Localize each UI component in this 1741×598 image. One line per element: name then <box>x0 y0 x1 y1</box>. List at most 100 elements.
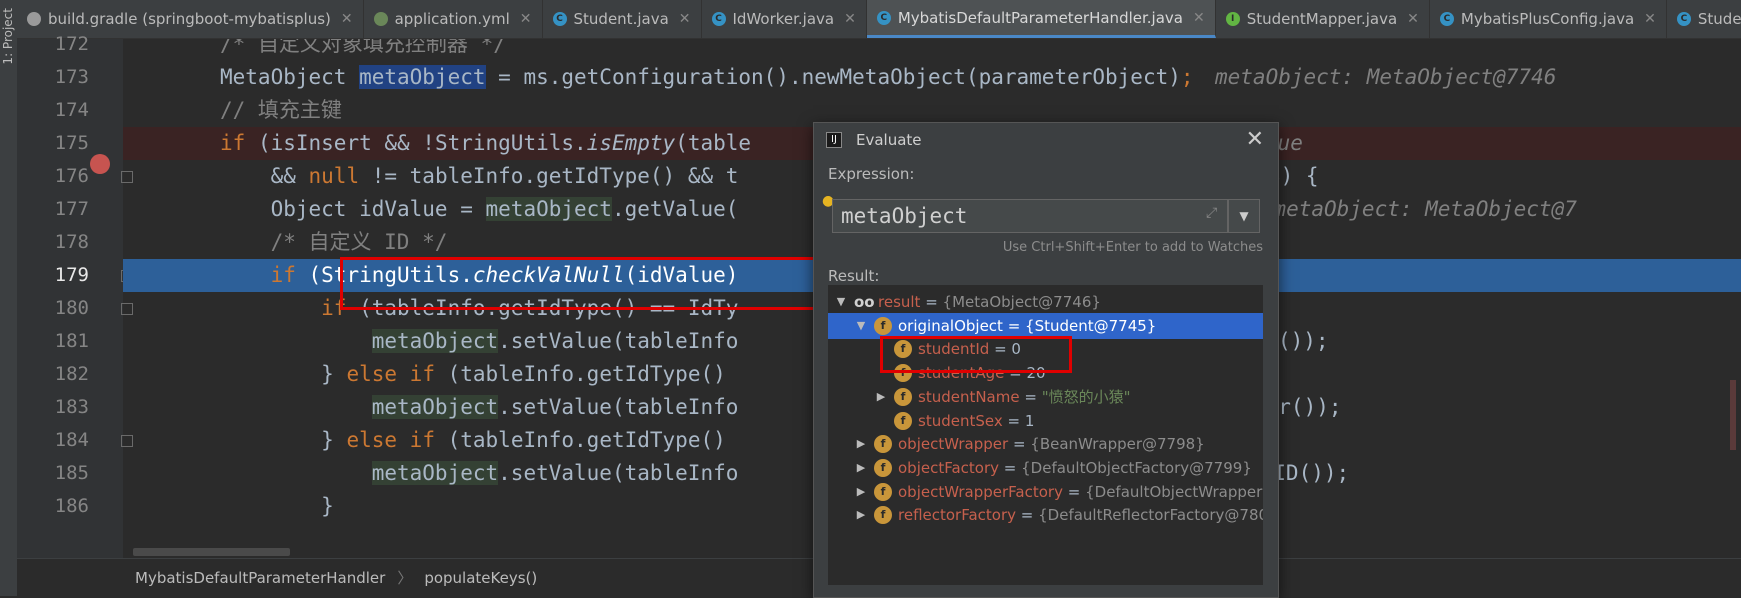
tree-node-objectWrapper[interactable]: ▶ f objectWrapper = {BeanWrapper@7798} <box>828 431 1263 457</box>
editor-gutter[interactable]: 172 173 174 175 176 177 178 179 180 181 182 183 184 1… <box>17 33 133 558</box>
editor-tab-bar: build.gradle (springboot-mybatisplus) ✕ ap… <box>17 0 1741 39</box>
tab-label: StudentMapper.java <box>1246 10 1398 28</box>
watch-hint: Use Ctrl+Shift+Enter to add to Watches <box>1002 240 1263 255</box>
breadcrumb-method[interactable]: populateKeys() <box>424 569 537 587</box>
close-icon[interactable]: ✕ <box>341 11 353 27</box>
breadcrumb-class[interactable]: MybatisDefaultParameterHandler <box>135 569 385 587</box>
line-number[interactable]: 174 <box>34 94 89 127</box>
line-number[interactable]: 175 <box>34 127 89 160</box>
class-icon: C <box>711 12 726 26</box>
tree-node-studentName[interactable]: ▶ f studentName = "愤怒的小猿" <box>828 384 1263 410</box>
line-number[interactable]: 186 <box>34 490 89 523</box>
code-text: && null != tableInfo.getIdType() && t <box>220 164 739 188</box>
close-icon[interactable]: ✕ <box>844 11 856 27</box>
tab-1[interactable]: application.yml ✕ <box>364 0 543 38</box>
tab-label: MybatisPlusConfig.java <box>1460 10 1635 28</box>
line-number[interactable]: 181 <box>34 325 89 358</box>
close-icon[interactable]: ✕ <box>1193 10 1205 26</box>
variable-name: originalObject <box>898 316 1003 335</box>
project-tool-label[interactable]: 1: Project <box>1 8 15 65</box>
code-text: metaObject.setValue(tableInfo <box>371 329 739 353</box>
tab-label: Student.java <box>573 10 669 28</box>
code-line-173[interactable]: MetaObject metaObject = ms.getConfigurat… <box>123 61 1741 94</box>
variable-name: objectWrapper <box>898 435 1009 454</box>
result-tree[interactable]: ▼ oo result = {MetaObject@7746} ▼ f originalO… <box>828 285 1263 585</box>
line-number[interactable]: 179 <box>34 259 89 292</box>
close-icon[interactable]: ✕ <box>1407 11 1419 27</box>
tree-node-result[interactable]: ▼ oo result = {MetaObject@7746} <box>828 289 1263 315</box>
equals-sign: = <box>920 293 943 311</box>
line-number[interactable]: 176 <box>34 160 89 193</box>
highlight-box-condition <box>340 257 827 310</box>
line-number[interactable]: 184 <box>34 424 89 457</box>
close-icon[interactable]: ✕ <box>520 11 532 27</box>
code-text: metaObject.setValue(tableInfo <box>371 395 739 419</box>
tree-node-reflectorFactory[interactable]: ▶ f reflectorFactory = {DefaultReflectorFa… <box>828 502 1263 528</box>
close-icon[interactable]: ✕ <box>679 11 691 27</box>
field-icon: f <box>874 435 892 454</box>
equals-sign: = <box>999 458 1022 477</box>
line-number[interactable]: 173 <box>34 61 89 94</box>
error-stripe-marker <box>1730 380 1736 450</box>
tab-5[interactable]: I StudentMapper.java ✕ <box>1216 0 1430 38</box>
collapse-arrow-icon[interactable]: ▼ <box>854 313 868 339</box>
tab-7[interactable]: C StudentM <box>1667 0 1741 38</box>
tree-node-objectWrapperFactory[interactable]: ▶ f objectWrapperFactory = {DefaultObjectW… <box>828 479 1263 505</box>
tab-4[interactable]: C MybatisDefaultParameterHandler.java ✕ <box>866 0 1216 38</box>
intellij-app-icon: IJ <box>826 132 842 148</box>
project-tool-strip[interactable]: 1: Project <box>0 0 18 596</box>
variable-name: reflectorFactory <box>898 506 1017 525</box>
line-number[interactable]: 185 <box>34 457 89 490</box>
code-text: metaObject.setValue(tableInfo <box>371 461 739 485</box>
collapse-arrow-icon[interactable]: ▼ <box>834 289 848 315</box>
expression-input[interactable]: metaObject <box>832 199 1228 233</box>
expand-arrow-icon[interactable]: ▶ <box>874 384 888 410</box>
breakpoint-icon[interactable] <box>90 154 110 174</box>
line-number[interactable]: 177 <box>34 193 89 226</box>
close-icon[interactable]: ✕ <box>1644 11 1656 27</box>
gradle-icon <box>27 12 41 26</box>
expression-history-dropdown[interactable]: ▼ <box>1228 199 1260 233</box>
tab-2[interactable]: C Student.java ✕ <box>543 0 702 38</box>
tree-node-objectFactory[interactable]: ▶ f objectFactory = {DefaultObjectFactory@… <box>828 455 1263 481</box>
close-icon[interactable]: ✕ <box>1246 123 1264 157</box>
horizontal-scrollbar[interactable] <box>133 548 290 556</box>
tree-node-text: studentName = "愤怒的小猿" <box>918 384 1131 410</box>
highlight-box-studentId <box>880 336 1072 373</box>
variable-value: "愤怒的小猿" <box>1041 387 1131 406</box>
field-icon: f <box>894 411 912 430</box>
tree-node-text: objectWrapperFactory = {DefaultObjectWra… <box>898 479 1263 505</box>
code-text: } else if (tableInfo.getIdType() <box>220 428 726 452</box>
variable-name: result <box>878 293 921 311</box>
tree-node-studentSex[interactable]: f studentSex = 1 <box>828 408 1263 434</box>
expand-arrow-icon[interactable]: ▶ <box>854 455 868 481</box>
expand-arrow-icon[interactable]: ▶ <box>854 502 868 528</box>
variable-value: {Student@7745} <box>1025 316 1157 335</box>
variable-name: objectWrapperFactory <box>898 482 1063 501</box>
line-number[interactable]: 183 <box>34 391 89 424</box>
tree-node-text: result = {MetaObject@7746} <box>878 289 1101 315</box>
expand-arrow-icon[interactable]: ▶ <box>854 431 868 457</box>
variable-name: studentSex <box>918 411 1003 430</box>
line-number[interactable]: 178 <box>34 226 89 259</box>
variable-name: studentName <box>918 387 1020 406</box>
variable-value: {BeanWrapper@7798} <box>1030 435 1205 454</box>
expression-label: Expression: <box>828 165 915 183</box>
line-number[interactable]: 172 <box>34 28 89 61</box>
tree-node-text: originalObject = {Student@7745} <box>898 313 1156 339</box>
expand-arrow-icon[interactable]: ▶ <box>854 479 868 505</box>
tree-node-originalObject[interactable]: ▼ f originalObject = {Student@7745} <box>828 312 1263 339</box>
tab-3[interactable]: C IdWorker.java ✕ <box>702 0 867 38</box>
variable-name: objectFactory <box>898 458 1000 477</box>
code-line-172[interactable]: /* 自定义对象填充控制器 */ <box>123 39 1741 61</box>
line-number[interactable]: 182 <box>34 358 89 391</box>
tab-6[interactable]: C MybatisPlusConfig.java ✕ <box>1430 0 1667 38</box>
expand-editor-icon[interactable]: ⤢ <box>1206 205 1217 221</box>
equals-sign: = <box>1008 435 1031 454</box>
tab-label: build.gradle (springboot-mybatisplus) <box>48 10 331 28</box>
variable-value: {MetaObject@7746} <box>942 293 1101 311</box>
code-text: /* 自定义 ID */ <box>270 230 448 254</box>
interface-icon: I <box>1225 12 1240 26</box>
line-number[interactable]: 180 <box>34 292 89 325</box>
dialog-title-bar[interactable]: IJ Evaluate ✕ <box>814 123 1278 157</box>
